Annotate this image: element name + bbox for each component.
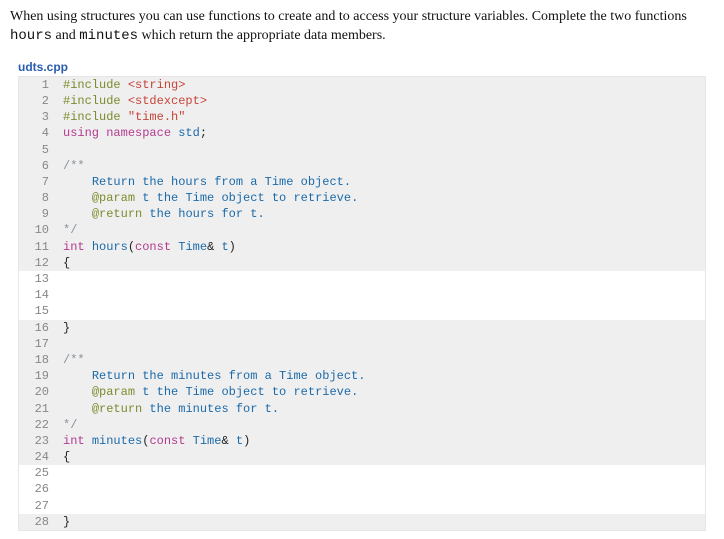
instruction-text: When using structures you can use functi… xyxy=(10,8,714,46)
code-content: @param t the Time object to retrieve. xyxy=(57,384,705,400)
code-line: 16} xyxy=(19,320,705,336)
line-number: 24 xyxy=(19,449,57,465)
line-number: 25 xyxy=(19,465,57,481)
line-number: 13 xyxy=(19,271,57,287)
code-line: 1#include <string> xyxy=(19,77,705,93)
code-line[interactable]: 26 xyxy=(19,481,705,497)
code-line: 3#include "time.h" xyxy=(19,109,705,125)
line-number: 19 xyxy=(19,368,57,384)
line-number: 28 xyxy=(19,514,57,530)
code-content: @param t the Time object to retrieve. xyxy=(57,190,705,206)
line-number: 23 xyxy=(19,433,57,449)
code-line: 17 xyxy=(19,336,705,352)
code-content[interactable] xyxy=(57,271,705,287)
code-content[interactable] xyxy=(57,303,705,319)
code-content: { xyxy=(57,255,705,271)
line-number: 26 xyxy=(19,481,57,497)
code-content: #include "time.h" xyxy=(57,109,705,125)
code-line[interactable]: 13 xyxy=(19,271,705,287)
code-content: */ xyxy=(57,417,705,433)
code-line: 24{ xyxy=(19,449,705,465)
code-content: } xyxy=(57,320,705,336)
code-content: Return the minutes from a Time object. xyxy=(57,368,705,384)
code-line: 9 @return the hours for t. xyxy=(19,206,705,222)
code-content[interactable] xyxy=(57,481,705,497)
code-line: 7 Return the hours from a Time object. xyxy=(19,174,705,190)
line-number: 15 xyxy=(19,303,57,319)
line-number: 22 xyxy=(19,417,57,433)
line-number: 27 xyxy=(19,498,57,514)
code-line: 8 @param t the Time object to retrieve. xyxy=(19,190,705,206)
code-line: 11int hours(const Time& t) xyxy=(19,239,705,255)
line-number: 14 xyxy=(19,287,57,303)
line-number: 17 xyxy=(19,336,57,352)
code-content: int minutes(const Time& t) xyxy=(57,433,705,449)
line-number: 10 xyxy=(19,222,57,238)
line-number: 5 xyxy=(19,142,57,158)
code-content: */ xyxy=(57,222,705,238)
code-content[interactable] xyxy=(57,287,705,303)
code-line[interactable]: 25 xyxy=(19,465,705,481)
code-line: 28} xyxy=(19,514,705,530)
code-content: /** xyxy=(57,158,705,174)
line-number: 11 xyxy=(19,239,57,255)
intro-func1: hours xyxy=(10,28,52,44)
intro-func2: minutes xyxy=(79,28,138,44)
intro-and: and xyxy=(52,28,79,43)
code-content: int hours(const Time& t) xyxy=(57,239,705,255)
line-number: 12 xyxy=(19,255,57,271)
code-editor: 1#include <string>2#include <stdexcept>3… xyxy=(18,76,706,531)
line-number: 20 xyxy=(19,384,57,400)
line-number: 3 xyxy=(19,109,57,125)
code-line: 12{ xyxy=(19,255,705,271)
code-line: 19 Return the minutes from a Time object… xyxy=(19,368,705,384)
code-content: Return the hours from a Time object. xyxy=(57,174,705,190)
line-number: 9 xyxy=(19,206,57,222)
code-content: @return the hours for t. xyxy=(57,206,705,222)
code-content: using namespace std; xyxy=(57,125,705,141)
line-number: 16 xyxy=(19,320,57,336)
filename-label: udts.cpp xyxy=(18,60,714,74)
code-content xyxy=(57,336,705,352)
code-line[interactable]: 27 xyxy=(19,498,705,514)
code-content: #include <stdexcept> xyxy=(57,93,705,109)
line-number: 1 xyxy=(19,77,57,93)
line-number: 21 xyxy=(19,401,57,417)
code-content: #include <string> xyxy=(57,77,705,93)
code-line[interactable]: 14 xyxy=(19,287,705,303)
code-line: 18/** xyxy=(19,352,705,368)
line-number: 18 xyxy=(19,352,57,368)
line-number: 4 xyxy=(19,125,57,141)
code-line: 6/** xyxy=(19,158,705,174)
code-content[interactable] xyxy=(57,465,705,481)
intro-part1: When using structures you can use functi… xyxy=(10,9,687,24)
code-line: 22*/ xyxy=(19,417,705,433)
code-line: 2#include <stdexcept> xyxy=(19,93,705,109)
line-number: 8 xyxy=(19,190,57,206)
line-number: 6 xyxy=(19,158,57,174)
code-line: 20 @param t the Time object to retrieve. xyxy=(19,384,705,400)
code-content xyxy=(57,142,705,158)
code-content: /** xyxy=(57,352,705,368)
code-line: 23int minutes(const Time& t) xyxy=(19,433,705,449)
code-line: 4using namespace std; xyxy=(19,125,705,141)
intro-part2: which return the appropriate data member… xyxy=(138,28,386,43)
line-number: 2 xyxy=(19,93,57,109)
code-content[interactable] xyxy=(57,498,705,514)
code-line: 5 xyxy=(19,142,705,158)
code-content: } xyxy=(57,514,705,530)
code-content: @return the minutes for t. xyxy=(57,401,705,417)
code-line: 10*/ xyxy=(19,222,705,238)
code-line[interactable]: 15 xyxy=(19,303,705,319)
line-number: 7 xyxy=(19,174,57,190)
code-line: 21 @return the minutes for t. xyxy=(19,401,705,417)
code-content: { xyxy=(57,449,705,465)
